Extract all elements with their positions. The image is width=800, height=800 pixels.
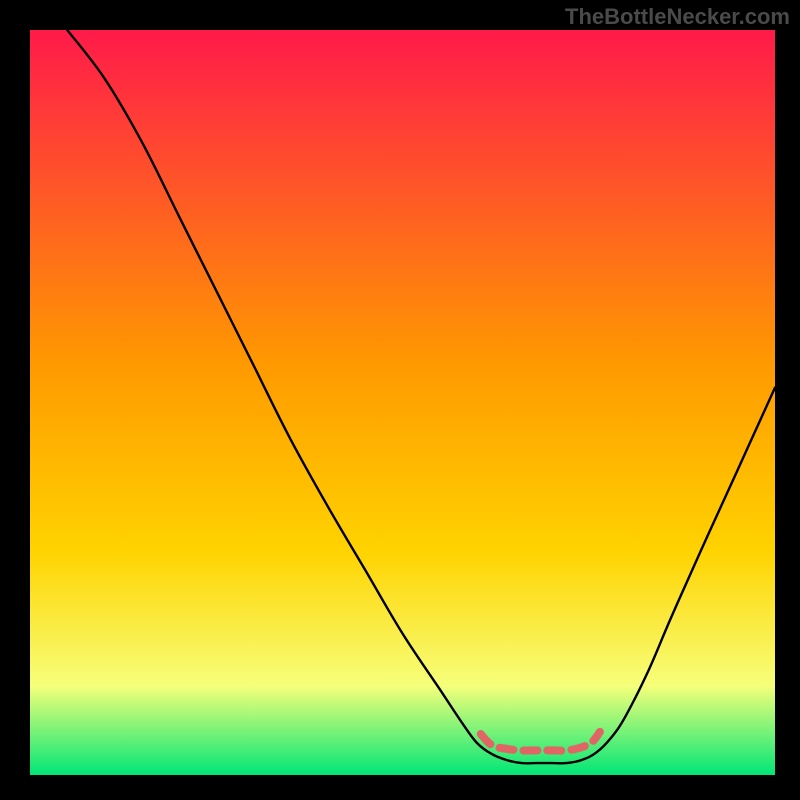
watermark-text: TheBottleNecker.com [565, 4, 790, 30]
chart-container: TheBottleNecker.com [0, 0, 800, 800]
bottleneck-chart [0, 0, 800, 800]
